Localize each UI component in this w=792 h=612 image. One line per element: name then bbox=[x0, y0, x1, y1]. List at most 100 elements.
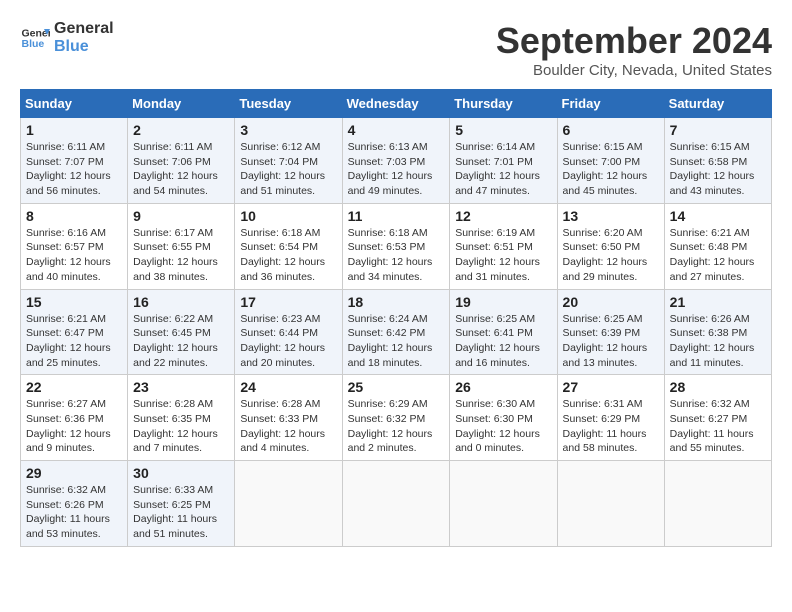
day-header-thursday: Thursday bbox=[450, 90, 557, 118]
day-info: Sunrise: 6:27 AM Sunset: 6:36 PM Dayligh… bbox=[26, 397, 122, 456]
day-number: 16 bbox=[133, 294, 229, 310]
calendar-cell: 22Sunrise: 6:27 AM Sunset: 6:36 PM Dayli… bbox=[21, 375, 128, 461]
calendar-header-row: SundayMondayTuesdayWednesdayThursdayFrid… bbox=[21, 90, 772, 118]
day-header-wednesday: Wednesday bbox=[342, 90, 450, 118]
calendar-cell bbox=[557, 461, 664, 547]
day-info: Sunrise: 6:11 AM Sunset: 7:07 PM Dayligh… bbox=[26, 140, 122, 199]
calendar-cell: 19 Sunrise: 6:25 AM Sunset: 6:41 PM Dayli… bbox=[450, 289, 557, 375]
logo-icon: General Blue bbox=[20, 23, 50, 53]
calendar: SundayMondayTuesdayWednesdayThursdayFrid… bbox=[20, 89, 772, 547]
calendar-cell: 24 Sunrise: 6:28 AM Sunset: 6:33 PM Dayli… bbox=[235, 375, 342, 461]
day-info: Sunrise: 6:15 AM Sunset: 7:00 PM Dayligh… bbox=[563, 140, 659, 199]
calendar-cell: 14 Sunrise: 6:21 AM Sunset: 6:48 PM Dayli… bbox=[664, 203, 771, 289]
day-info: Sunrise: 6:18 AM Sunset: 6:54 PM Dayligh… bbox=[240, 226, 336, 285]
day-number: 17 bbox=[240, 294, 336, 310]
day-info: Sunrise: 6:28 AM Sunset: 6:35 PM Dayligh… bbox=[133, 397, 229, 456]
logo-line1: General bbox=[54, 20, 114, 38]
logo: General Blue General Blue bbox=[20, 20, 114, 56]
calendar-cell: 15Sunrise: 6:21 AM Sunset: 6:47 PM Dayli… bbox=[21, 289, 128, 375]
day-header-tuesday: Tuesday bbox=[235, 90, 342, 118]
day-number: 5 bbox=[455, 122, 551, 138]
day-number: 21 bbox=[670, 294, 766, 310]
calendar-cell: 17 Sunrise: 6:23 AM Sunset: 6:44 PM Dayli… bbox=[235, 289, 342, 375]
header: General Blue General Blue September 2024… bbox=[20, 20, 772, 79]
page-title: September 2024 bbox=[496, 20, 772, 62]
day-info: Sunrise: 6:25 AM Sunset: 6:41 PM Dayligh… bbox=[455, 312, 551, 371]
day-number: 3 bbox=[240, 122, 336, 138]
calendar-cell: 28 Sunrise: 6:32 AM Sunset: 6:27 PM Dayli… bbox=[664, 375, 771, 461]
day-number: 30 bbox=[133, 465, 229, 481]
day-number: 14 bbox=[670, 208, 766, 224]
day-number: 11 bbox=[348, 208, 445, 224]
calendar-cell: 2 Sunrise: 6:11 AM Sunset: 7:06 PM Daylig… bbox=[128, 118, 235, 204]
calendar-cell: 27 Sunrise: 6:31 AM Sunset: 6:29 PM Dayli… bbox=[557, 375, 664, 461]
day-number: 27 bbox=[563, 379, 659, 395]
day-number: 13 bbox=[563, 208, 659, 224]
day-info: Sunrise: 6:14 AM Sunset: 7:01 PM Dayligh… bbox=[455, 140, 551, 199]
calendar-cell: 11 Sunrise: 6:18 AM Sunset: 6:53 PM Dayli… bbox=[342, 203, 450, 289]
calendar-week-5: 29Sunrise: 6:32 AM Sunset: 6:26 PM Dayli… bbox=[21, 461, 772, 547]
calendar-cell: 23Sunrise: 6:28 AM Sunset: 6:35 PM Dayli… bbox=[128, 375, 235, 461]
day-number: 9 bbox=[133, 208, 229, 224]
day-info: Sunrise: 6:13 AM Sunset: 7:03 PM Dayligh… bbox=[348, 140, 445, 199]
day-info: Sunrise: 6:28 AM Sunset: 6:33 PM Dayligh… bbox=[240, 397, 336, 456]
day-number: 28 bbox=[670, 379, 766, 395]
calendar-cell: 30Sunrise: 6:33 AM Sunset: 6:25 PM Dayli… bbox=[128, 461, 235, 547]
calendar-week-2: 8Sunrise: 6:16 AM Sunset: 6:57 PM Daylig… bbox=[21, 203, 772, 289]
day-header-friday: Friday bbox=[557, 90, 664, 118]
calendar-cell: 5 Sunrise: 6:14 AM Sunset: 7:01 PM Daylig… bbox=[450, 118, 557, 204]
day-number: 18 bbox=[348, 294, 445, 310]
calendar-cell: 18 Sunrise: 6:24 AM Sunset: 6:42 PM Dayli… bbox=[342, 289, 450, 375]
day-number: 7 bbox=[670, 122, 766, 138]
title-area: September 2024 Boulder City, Nevada, Uni… bbox=[496, 20, 772, 79]
calendar-week-1: 1 Sunrise: 6:11 AM Sunset: 7:07 PM Daylig… bbox=[21, 118, 772, 204]
day-info: Sunrise: 6:32 AM Sunset: 6:26 PM Dayligh… bbox=[26, 483, 122, 542]
day-header-saturday: Saturday bbox=[664, 90, 771, 118]
day-info: Sunrise: 6:12 AM Sunset: 7:04 PM Dayligh… bbox=[240, 140, 336, 199]
day-number: 26 bbox=[455, 379, 551, 395]
day-number: 6 bbox=[563, 122, 659, 138]
day-info: Sunrise: 6:26 AM Sunset: 6:38 PM Dayligh… bbox=[670, 312, 766, 371]
day-info: Sunrise: 6:31 AM Sunset: 6:29 PM Dayligh… bbox=[563, 397, 659, 456]
day-number: 1 bbox=[26, 122, 122, 138]
day-number: 10 bbox=[240, 208, 336, 224]
day-info: Sunrise: 6:22 AM Sunset: 6:45 PM Dayligh… bbox=[133, 312, 229, 371]
day-number: 24 bbox=[240, 379, 336, 395]
calendar-cell: 7Sunrise: 6:15 AM Sunset: 6:58 PM Daylig… bbox=[664, 118, 771, 204]
day-info: Sunrise: 6:25 AM Sunset: 6:39 PM Dayligh… bbox=[563, 312, 659, 371]
calendar-cell: 29Sunrise: 6:32 AM Sunset: 6:26 PM Dayli… bbox=[21, 461, 128, 547]
calendar-cell: 4 Sunrise: 6:13 AM Sunset: 7:03 PM Daylig… bbox=[342, 118, 450, 204]
calendar-cell: 3 Sunrise: 6:12 AM Sunset: 7:04 PM Daylig… bbox=[235, 118, 342, 204]
calendar-cell: 1 Sunrise: 6:11 AM Sunset: 7:07 PM Daylig… bbox=[21, 118, 128, 204]
day-number: 8 bbox=[26, 208, 122, 224]
day-info: Sunrise: 6:30 AM Sunset: 6:30 PM Dayligh… bbox=[455, 397, 551, 456]
svg-text:Blue: Blue bbox=[22, 38, 45, 50]
calendar-cell bbox=[664, 461, 771, 547]
day-info: Sunrise: 6:11 AM Sunset: 7:06 PM Dayligh… bbox=[133, 140, 229, 199]
calendar-cell bbox=[235, 461, 342, 547]
calendar-cell: 20Sunrise: 6:25 AM Sunset: 6:39 PM Dayli… bbox=[557, 289, 664, 375]
day-info: Sunrise: 6:23 AM Sunset: 6:44 PM Dayligh… bbox=[240, 312, 336, 371]
day-info: Sunrise: 6:21 AM Sunset: 6:48 PM Dayligh… bbox=[670, 226, 766, 285]
calendar-cell: 10 Sunrise: 6:18 AM Sunset: 6:54 PM Dayli… bbox=[235, 203, 342, 289]
day-number: 25 bbox=[348, 379, 445, 395]
calendar-cell: 6 Sunrise: 6:15 AM Sunset: 7:00 PM Daylig… bbox=[557, 118, 664, 204]
calendar-cell bbox=[342, 461, 450, 547]
day-number: 2 bbox=[133, 122, 229, 138]
calendar-cell bbox=[450, 461, 557, 547]
calendar-week-3: 15Sunrise: 6:21 AM Sunset: 6:47 PM Dayli… bbox=[21, 289, 772, 375]
day-number: 4 bbox=[348, 122, 445, 138]
calendar-cell: 26 Sunrise: 6:30 AM Sunset: 6:30 PM Dayli… bbox=[450, 375, 557, 461]
logo-line2: Blue bbox=[54, 38, 114, 56]
day-info: Sunrise: 6:18 AM Sunset: 6:53 PM Dayligh… bbox=[348, 226, 445, 285]
day-info: Sunrise: 6:21 AM Sunset: 6:47 PM Dayligh… bbox=[26, 312, 122, 371]
day-header-monday: Monday bbox=[128, 90, 235, 118]
calendar-cell: 25Sunrise: 6:29 AM Sunset: 6:32 PM Dayli… bbox=[342, 375, 450, 461]
day-info: Sunrise: 6:32 AM Sunset: 6:27 PM Dayligh… bbox=[670, 397, 766, 456]
day-number: 12 bbox=[455, 208, 551, 224]
calendar-week-4: 22Sunrise: 6:27 AM Sunset: 6:36 PM Dayli… bbox=[21, 375, 772, 461]
day-info: Sunrise: 6:24 AM Sunset: 6:42 PM Dayligh… bbox=[348, 312, 445, 371]
day-number: 19 bbox=[455, 294, 551, 310]
calendar-cell: 21 Sunrise: 6:26 AM Sunset: 6:38 PM Dayli… bbox=[664, 289, 771, 375]
day-info: Sunrise: 6:19 AM Sunset: 6:51 PM Dayligh… bbox=[455, 226, 551, 285]
